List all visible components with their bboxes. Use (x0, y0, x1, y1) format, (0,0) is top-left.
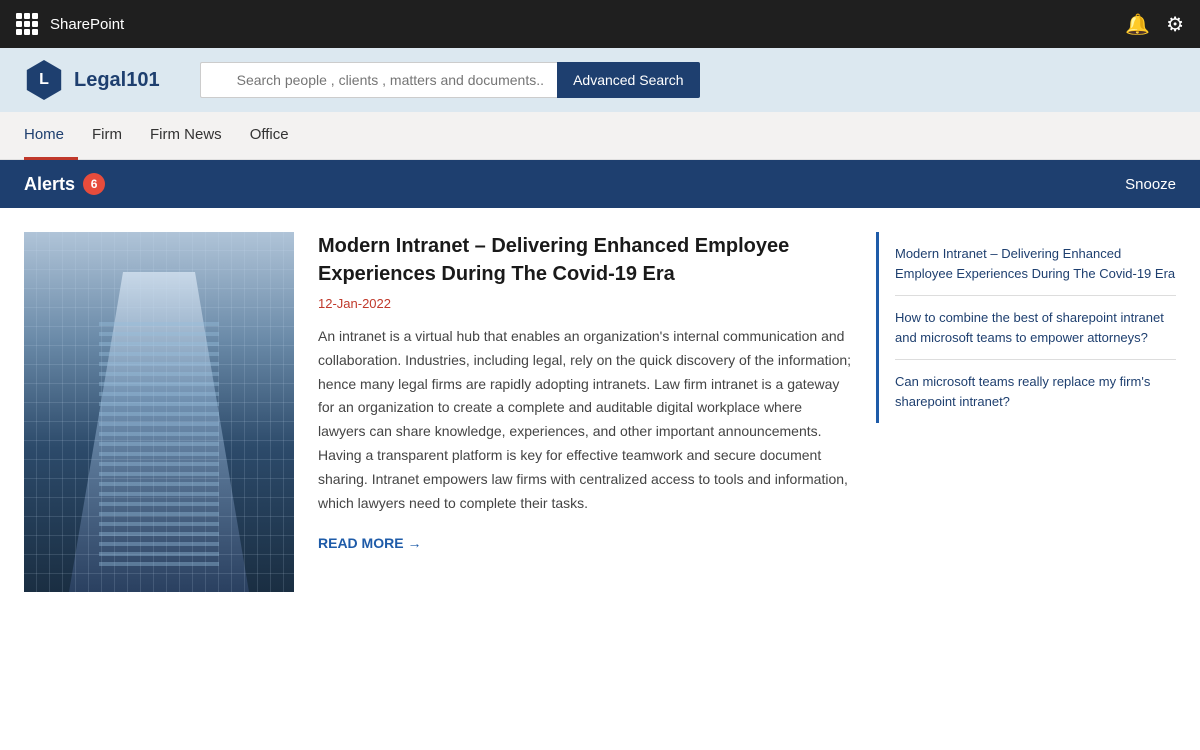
alerts-label: Alerts 6 (24, 173, 105, 195)
nav-item-office[interactable]: Office (236, 112, 303, 160)
sidebar-item-text-1: Modern Intranet – Delivering Enhanced Em… (895, 246, 1175, 281)
nav-item-home[interactable]: Home (24, 112, 78, 160)
alerts-text: Alerts (24, 174, 75, 195)
top-bar: SharePoint 🔔 ⚙ (0, 0, 1200, 48)
article-image (24, 232, 294, 592)
search-wrapper: 🔍 (200, 62, 557, 98)
logo-hex: L (24, 60, 64, 100)
alerts-bar: Alerts 6 Snooze (0, 160, 1200, 208)
article-body: An intranet is a virtual hub that enable… (318, 325, 852, 515)
nav-menu: Home Firm Firm News Office (0, 112, 1200, 160)
sidebar-item-text-2: How to combine the best of sharepoint in… (895, 310, 1164, 345)
logo-container[interactable]: L Legal101 (24, 60, 160, 100)
sub-header: L Legal101 🔍 Advanced Search (0, 48, 1200, 112)
app-title: SharePoint (50, 16, 1113, 33)
main-content: Modern Intranet – Delivering Enhanced Em… (0, 208, 1200, 750)
article-title: Modern Intranet – Delivering Enhanced Em… (318, 232, 852, 288)
sidebar-item-3[interactable]: Can microsoft teams really replace my fi… (895, 360, 1176, 423)
search-container: 🔍 Advanced Search (200, 62, 700, 98)
top-bar-actions: 🔔 ⚙ (1125, 12, 1184, 37)
settings-icon[interactable]: ⚙ (1166, 12, 1184, 37)
read-more-link[interactable]: READ MORE → (318, 535, 852, 551)
notification-bell-icon[interactable]: 🔔 (1125, 12, 1150, 37)
logo-letter: L (39, 71, 49, 89)
sidebar-item-text-3: Can microsoft teams really replace my fi… (895, 374, 1150, 409)
logo-text: Legal101 (74, 69, 160, 92)
advanced-search-button[interactable]: Advanced Search (557, 62, 700, 98)
sidebar-item-2[interactable]: How to combine the best of sharepoint in… (895, 296, 1176, 360)
article-section: Modern Intranet – Delivering Enhanced Em… (24, 232, 852, 726)
sidebar-item-1[interactable]: Modern Intranet – Delivering Enhanced Em… (895, 232, 1176, 296)
nav-item-firm-news[interactable]: Firm News (136, 112, 236, 160)
nav-item-firm[interactable]: Firm (78, 112, 136, 160)
alerts-count-badge: 6 (83, 173, 105, 195)
waffle-menu-icon[interactable] (16, 13, 38, 35)
article-sidebar: Modern Intranet – Delivering Enhanced Em… (876, 232, 1176, 423)
building-windows (99, 322, 219, 572)
article-sidebar-wrapper: Modern Intranet – Delivering Enhanced Em… (876, 232, 1176, 726)
search-input[interactable] (200, 62, 557, 98)
article-date: 12-Jan-2022 (318, 296, 852, 311)
article-content: Modern Intranet – Delivering Enhanced Em… (318, 232, 852, 726)
snooze-button[interactable]: Snooze (1125, 176, 1176, 193)
